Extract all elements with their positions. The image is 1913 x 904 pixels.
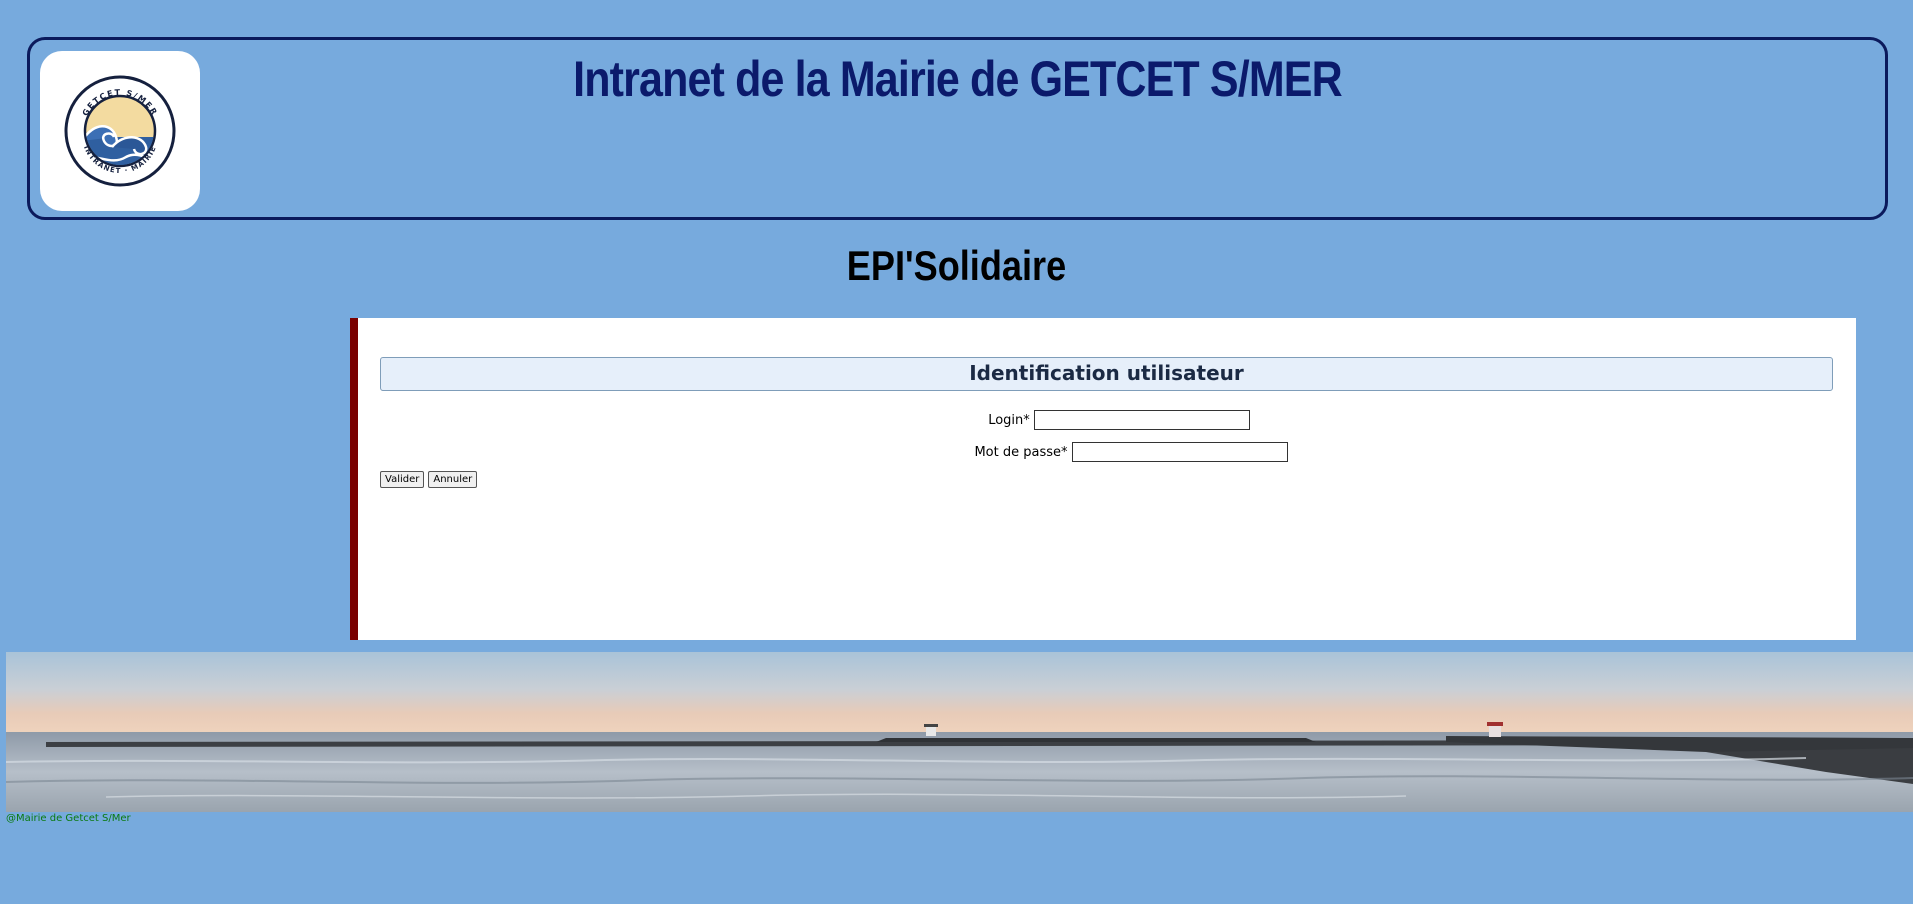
- login-input[interactable]: [1033, 410, 1250, 430]
- site-header: GETCET S/MER INTRANET · MAIRIE Intranet …: [27, 37, 1888, 220]
- login-panel: Identification utilisateur Login* Mot de…: [350, 318, 1856, 640]
- section-title: Identification utilisateur: [380, 357, 1833, 391]
- login-row: Login*: [358, 410, 1856, 430]
- password-label: Mot de passe*: [974, 444, 1068, 460]
- seaside-banner: [6, 652, 1913, 812]
- app-title: EPI'Solidaire: [846, 242, 1067, 289]
- password-row: Mot de passe*: [358, 442, 1856, 462]
- password-input[interactable]: [1071, 442, 1288, 462]
- cancel-button[interactable]: Annuler: [428, 471, 478, 488]
- submit-button[interactable]: Valider: [380, 471, 425, 488]
- copyright-footer: @Mairie de Getcet S/Mer: [6, 813, 131, 824]
- seaside-photo-icon: [6, 652, 1913, 812]
- login-label: Login*: [988, 412, 1030, 428]
- site-title: Intranet de la Mairie de GETCET S/MER: [573, 51, 1342, 107]
- form-buttons: Valider Annuler: [380, 471, 478, 488]
